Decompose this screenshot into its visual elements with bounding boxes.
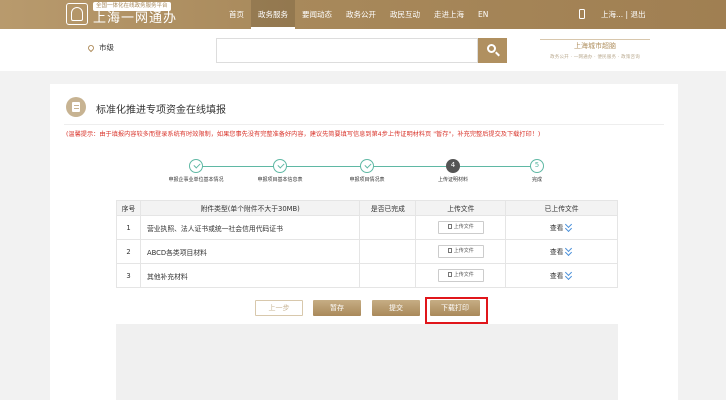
top-nav-bar: 全国一体化在线政务服务平台 上海一网通办 首页 政务服务 要闻动态 政务公开 政… bbox=[0, 0, 726, 29]
brand-title: 上海城市超脑 bbox=[540, 39, 650, 51]
separator: | bbox=[625, 10, 629, 19]
logo-icon[interactable] bbox=[66, 3, 88, 25]
row-no: 1 bbox=[116, 215, 141, 240]
col-type: 附件类型(单个附件不大于30MB) bbox=[139, 200, 361, 216]
step-5-label: 完成 bbox=[531, 177, 542, 183]
highlight-box bbox=[425, 297, 488, 324]
nav-gov-public[interactable]: 政务公开 bbox=[339, 0, 383, 29]
brand-subtitle: 政务公开 · 一网通办 · 便民服务 · 政策咨询 bbox=[550, 55, 640, 60]
view-link[interactable]: 查看 bbox=[550, 224, 564, 232]
attachment-table: 序号 附件类型(单个附件不大于30MB) 是否已完成 上传文件 已上传文件 1 … bbox=[116, 200, 618, 288]
col-uploaded: 已上传文件 bbox=[505, 200, 618, 216]
step-1-check-icon bbox=[189, 159, 203, 173]
page-title: 标准化推进专项资金在线填报 bbox=[96, 105, 226, 116]
nav-gov-services[interactable]: 政务服务 bbox=[251, 0, 295, 29]
table-row: 3 其他补充材料 上传文件 查看 bbox=[116, 263, 618, 288]
view-link[interactable]: 查看 bbox=[550, 248, 564, 256]
logo-tag: 全国一体化在线政务服务平台 bbox=[93, 2, 171, 11]
step-4-circle: 4 bbox=[446, 159, 460, 173]
row-type: ABCD各类项目材料 bbox=[139, 239, 361, 264]
step-progress-line bbox=[196, 166, 516, 167]
content-background bbox=[116, 324, 618, 400]
nav-interaction[interactable]: 政民互动 bbox=[383, 0, 427, 29]
user-area: 上海... | 退出 bbox=[601, 0, 645, 29]
mobile-phone-icon[interactable] bbox=[579, 9, 585, 19]
logout-link[interactable]: 退出 bbox=[630, 10, 645, 19]
step-5-circle: 5 bbox=[530, 159, 544, 173]
row-no: 3 bbox=[116, 263, 141, 288]
step-2-check-icon bbox=[273, 159, 287, 173]
city-brain-banner[interactable]: 上海城市超脑 政务公开 · 一网通办 · 便民服务 · 政策咨询 bbox=[540, 39, 650, 60]
upload-file-button[interactable]: 上传文件 bbox=[437, 245, 484, 258]
step-2-label: 申报项目基本信息表 bbox=[257, 177, 303, 183]
table-row: 2 ABCD各类项目材料 上传文件 查看 bbox=[116, 239, 618, 264]
upload-file-button[interactable]: 上传文件 bbox=[437, 269, 484, 282]
chevron-down-icon[interactable] bbox=[565, 223, 573, 233]
document-icon bbox=[66, 97, 86, 117]
file-icon bbox=[447, 272, 452, 277]
chevron-down-icon[interactable] bbox=[565, 247, 573, 257]
prev-step-button[interactable]: 上一步 bbox=[255, 300, 303, 316]
row-done bbox=[359, 263, 417, 288]
form-card: 标准化推进专项资金在线填报 (温馨提示：由于填报内容较多而登录系统有时效限制，如… bbox=[50, 84, 678, 400]
row-no: 2 bbox=[116, 239, 141, 264]
save-draft-button[interactable]: 暂存 bbox=[313, 300, 361, 316]
chevron-down-icon[interactable] bbox=[565, 271, 573, 281]
logo-title[interactable]: 上海一网通办 bbox=[93, 11, 177, 27]
search-input[interactable] bbox=[216, 38, 478, 63]
row-type: 营业执照、法人证书或统一社会信用代码证书 bbox=[139, 215, 361, 240]
submit-button[interactable]: 提交 bbox=[372, 300, 420, 316]
row-done bbox=[359, 215, 417, 240]
step-3-check-icon bbox=[360, 159, 374, 173]
file-icon bbox=[447, 224, 452, 229]
warm-tip: (温馨提示：由于填报内容较多而登录系统有时效限制，如果您事先没有完整准备好内容，… bbox=[66, 131, 541, 138]
nav-english[interactable]: EN bbox=[471, 0, 495, 29]
col-no: 序号 bbox=[116, 200, 141, 216]
row-done bbox=[359, 239, 417, 264]
col-upload: 上传文件 bbox=[415, 200, 507, 216]
nav-news[interactable]: 要闻动态 bbox=[295, 0, 339, 29]
location-pin-icon bbox=[86, 43, 96, 53]
main-nav: 首页 政务服务 要闻动态 政务公开 政民互动 走进上海 EN bbox=[222, 0, 495, 29]
step-3-label: 申报项目情况表 bbox=[349, 177, 385, 183]
nav-about-shanghai[interactable]: 走进上海 bbox=[427, 0, 471, 29]
col-done: 是否已完成 bbox=[359, 200, 417, 216]
step-1-label: 申报企事业单位基本情况 bbox=[168, 177, 224, 183]
nav-home[interactable]: 首页 bbox=[222, 0, 251, 29]
city-selector[interactable]: 市级 bbox=[99, 42, 114, 53]
upload-file-button[interactable]: 上传文件 bbox=[437, 221, 484, 234]
search-row: 市级 上海城市超脑 政务公开 · 一网通办 · 便民服务 · 政策咨询 bbox=[0, 29, 726, 71]
file-icon bbox=[447, 248, 452, 253]
row-type: 其他补充材料 bbox=[139, 263, 361, 288]
step-4-label: 上传证明材料 bbox=[437, 177, 468, 183]
table-header-row: 序号 附件类型(单个附件不大于30MB) 是否已完成 上传文件 已上传文件 bbox=[116, 200, 618, 216]
divider bbox=[64, 124, 664, 125]
user-name[interactable]: 上海... bbox=[601, 10, 623, 19]
table-row: 1 营业执照、法人证书或统一社会信用代码证书 上传文件 查看 bbox=[116, 215, 618, 240]
view-link[interactable]: 查看 bbox=[550, 272, 564, 280]
search-button[interactable] bbox=[478, 38, 507, 63]
